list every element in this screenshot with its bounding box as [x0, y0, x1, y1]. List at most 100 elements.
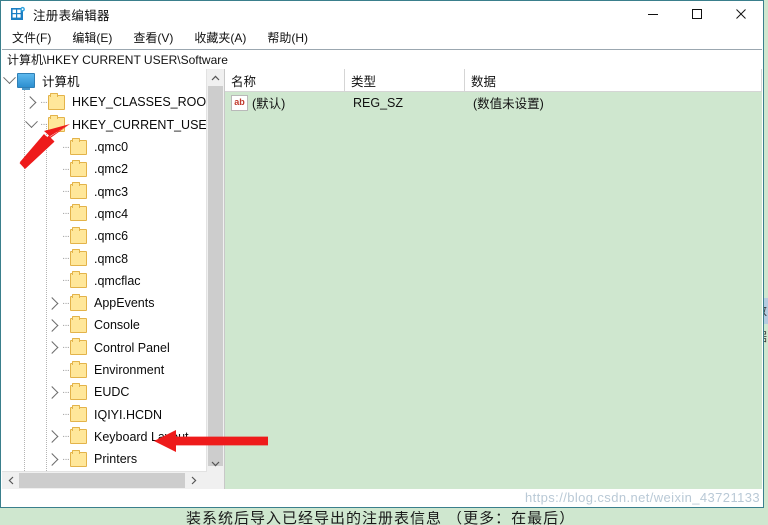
chevron-right-icon[interactable] [45, 381, 61, 403]
scroll-up-icon[interactable] [207, 69, 224, 86]
maximize-button[interactable] [675, 1, 719, 27]
tree-node-qmc2[interactable]: ··· .qmc2 [2, 158, 207, 180]
tree-node-label: Console [94, 318, 140, 333]
caption-below-window: 装系统后导入已经导出的注册表信息 （更多：在最后） [186, 511, 576, 525]
tree-node-qmcflac[interactable]: ··· .qmcflac [2, 270, 207, 292]
tree-expander-empty [46, 158, 61, 180]
tree-connector: ··· [62, 163, 70, 175]
folder-icon [70, 315, 87, 333]
folder-icon [48, 92, 65, 110]
folder-icon [70, 271, 87, 289]
tree-node-keyboard-layout[interactable]: ··· Keyboard Layout [2, 426, 207, 448]
tree-node-iqiyi-hcdn[interactable]: ··· IQIYI.HCDN [2, 403, 207, 425]
registry-values-pane: 名称 类型 数据 ab (默认) REG_SZ (数值未设置) [225, 69, 762, 489]
tree-node-printers[interactable]: ··· Printers [2, 448, 207, 470]
menu-bar: 文件(F) 编辑(E) 查看(V) 收藏夹(A) 帮助(H) [1, 27, 763, 49]
menu-edit[interactable]: 编辑(E) [69, 28, 121, 48]
tree-node-environment[interactable]: ··· Environment [2, 359, 207, 381]
chevron-down-icon[interactable] [24, 114, 39, 136]
scroll-right-icon[interactable] [185, 472, 202, 489]
chevron-right-icon[interactable] [45, 292, 61, 314]
csdn-watermark: https://blog.csdn.net/weixin_43721133 [525, 490, 760, 505]
tree-expander-empty [46, 248, 61, 270]
menu-file[interactable]: 文件(F) [9, 28, 60, 48]
tree-node-label: .qmc8 [94, 251, 129, 266]
tree-node-label: Keyboard Layout [94, 429, 189, 444]
menu-help[interactable]: 帮助(H) [264, 28, 317, 48]
folder-icon [70, 249, 87, 267]
tree-vertical-scrollbar[interactable] [206, 69, 224, 472]
table-row[interactable]: ab (默认) REG_SZ (数值未设置) [225, 92, 762, 113]
tree-node-label: HKEY_CURRENT_USER [72, 117, 207, 132]
chevron-right-icon[interactable] [45, 426, 61, 448]
computer-icon [17, 72, 35, 90]
tree-node-eudc[interactable]: ··· EUDC [2, 381, 207, 403]
tree-connector: ··· [62, 364, 70, 376]
tree-connector: ··· [62, 297, 70, 309]
registry-tree-viewport: 计算机 ··· HKEY_CLASSES_ROOT ··· HKEY_CURRENT_U… [2, 69, 207, 472]
tree-node-qmc3[interactable]: ··· .qmc3 [2, 180, 207, 202]
tree-node-hkey-current-user[interactable]: ··· HKEY_CURRENT_USER [2, 114, 207, 136]
folder-icon [70, 382, 87, 400]
chevron-right-icon[interactable] [23, 91, 39, 113]
tree-connector: ··· [62, 186, 70, 198]
tree-hscrollbar-thumb[interactable] [19, 473, 185, 488]
tree-node-qmc4[interactable]: ··· .qmc4 [2, 203, 207, 225]
tree-horizontal-scrollbar[interactable] [2, 471, 207, 489]
folder-icon [70, 137, 87, 155]
tree-expander-empty [46, 270, 61, 292]
address-bar[interactable]: 计算机\HKEY CURRENT USER\Software [2, 49, 762, 70]
tree-node-qmc8[interactable]: ··· .qmc8 [2, 247, 207, 269]
column-header-data[interactable]: 数据 [465, 69, 762, 91]
tree-node-qmc0[interactable]: ··· .qmc0 [2, 136, 207, 158]
tree-connector: ··· [62, 342, 70, 354]
chevron-right-icon[interactable] [45, 314, 61, 336]
tree-connector: ··· [62, 453, 70, 465]
registry-tree-pane: 计算机 ··· HKEY_CLASSES_ROOT ··· HKEY_CURRENT_U… [2, 69, 225, 489]
tree-node-label: .qmcflac [94, 273, 141, 288]
menu-favorites[interactable]: 收藏夹(A) [191, 28, 255, 48]
folder-icon [70, 182, 87, 200]
column-header-name[interactable]: 名称 [225, 69, 345, 91]
tree-expander-empty [46, 359, 61, 381]
folder-icon [70, 405, 87, 423]
minimize-button[interactable] [631, 1, 675, 27]
chevron-right-icon[interactable] [45, 448, 61, 470]
tree-node-label: .qmc6 [94, 229, 129, 244]
tree-node-console[interactable]: ··· Console [2, 314, 207, 336]
string-value-icon: ab [231, 94, 248, 111]
tree-connector: ··· [62, 230, 70, 242]
tree-connector: ··· [62, 431, 70, 443]
tree-node-[interactable]: 计算机 [2, 69, 207, 91]
scroll-down-icon[interactable] [207, 455, 224, 472]
folder-icon [70, 204, 87, 222]
folder-icon [48, 115, 65, 133]
scroll-left-icon[interactable] [2, 472, 19, 489]
tree-node-appevents[interactable]: ··· AppEvents [2, 292, 207, 314]
tree-scrollbar-thumb[interactable] [208, 86, 223, 466]
tree-node-hkey-classes-root[interactable]: ··· HKEY_CLASSES_ROOT [2, 91, 207, 113]
chevron-down-icon[interactable] [2, 69, 17, 91]
tree-node-control-panel[interactable]: ··· Control Panel [2, 337, 207, 359]
column-header-type[interactable]: 类型 [345, 69, 465, 91]
tree-node-label: Control Panel [94, 340, 170, 355]
close-button[interactable] [719, 1, 763, 27]
tree-connector: ··· [62, 319, 70, 331]
value-type: REG_SZ [353, 95, 404, 110]
tree-node-qmc6[interactable]: ··· .qmc6 [2, 225, 207, 247]
folder-icon [70, 338, 87, 356]
tree-node-label: EUDC [94, 385, 130, 400]
tree-expander-empty [46, 203, 61, 225]
registry-tree: 计算机 ··· HKEY_CLASSES_ROOT ··· HKEY_CURRENT_U… [2, 69, 207, 472]
tree-node-label: Environment [94, 363, 165, 377]
window-title: 注册表编辑器 [33, 8, 110, 23]
folder-icon [70, 427, 87, 445]
menu-view[interactable]: 查看(V) [130, 28, 182, 48]
tree-connector: ··· [62, 253, 70, 265]
tree-expander-empty [46, 404, 61, 426]
folder-icon [70, 293, 87, 311]
tree-connector: ··· [62, 275, 70, 287]
folder-icon [70, 159, 87, 177]
chevron-right-icon[interactable] [45, 337, 61, 359]
tree-connector: ··· [62, 141, 70, 153]
